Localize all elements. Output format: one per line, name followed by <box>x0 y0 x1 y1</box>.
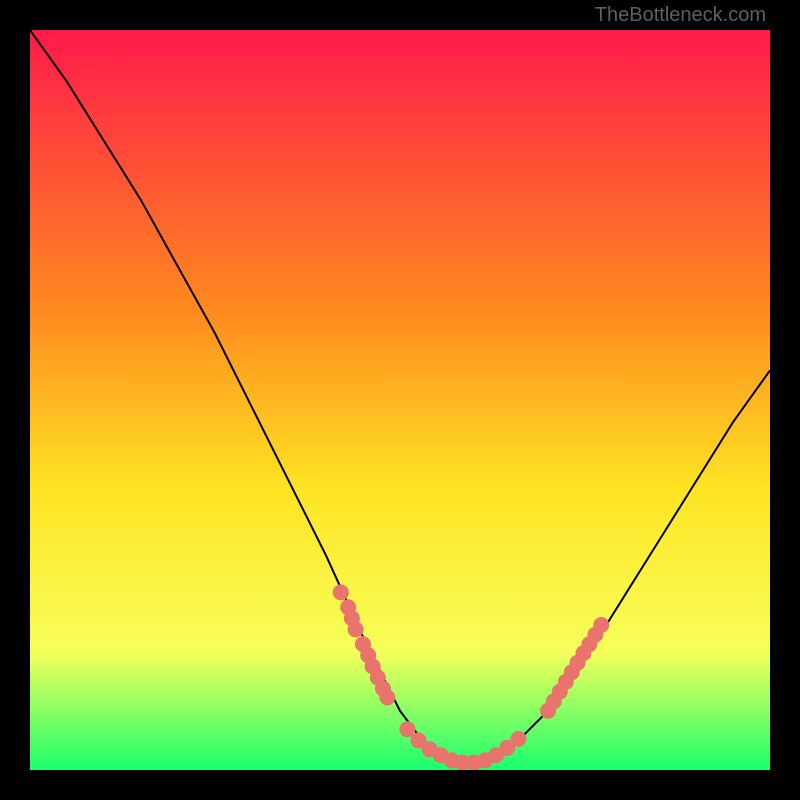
plot-area <box>30 30 770 770</box>
data-dot <box>510 731 526 747</box>
data-dot <box>348 621 364 637</box>
watermark-text: TheBottleneck.com <box>595 4 766 27</box>
chart-stage: TheBottleneck.com <box>0 0 800 800</box>
data-dot <box>333 584 349 600</box>
gradient-background <box>30 30 770 770</box>
frame-left <box>0 0 30 800</box>
frame-bottom <box>0 770 800 800</box>
data-dot <box>593 617 609 633</box>
plot-svg <box>30 30 770 770</box>
data-dot <box>379 690 395 706</box>
frame-right <box>770 0 800 800</box>
